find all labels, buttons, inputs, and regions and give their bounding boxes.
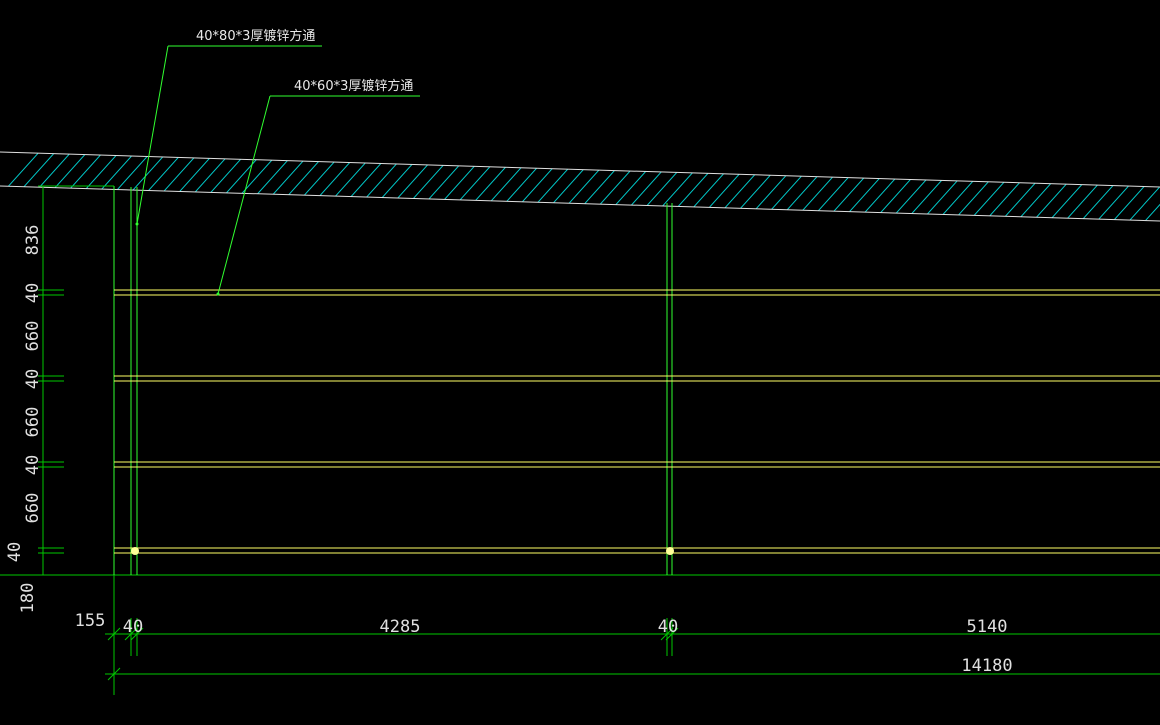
vdim-180: 180 — [18, 583, 38, 614]
cad-drawing-canvas[interactable]: 836 40 660 40 660 40 660 40 180 155 40 4… — [0, 0, 1160, 725]
hatch-line — [1095, 152, 1160, 221]
horizontal-dimension-texts: 155 40 4285 40 5140 14180 — [75, 611, 1013, 676]
sloped-slab — [0, 151, 1160, 222]
annotation-label-40x80: 40*80*3厚镀锌方通 — [196, 28, 315, 44]
vdim-40-b: 40 — [23, 369, 43, 389]
hdim-total: 14180 — [961, 656, 1012, 676]
vdim-40-d: 40 — [5, 542, 25, 562]
leader-line — [136, 45, 169, 225]
vdim-836: 836 — [23, 225, 43, 256]
vdim-660-a: 660 — [23, 321, 43, 352]
hdim-offset: 155 — [75, 611, 106, 631]
vdim-660-b: 660 — [23, 407, 43, 438]
hdim-40-left: 40 — [123, 617, 143, 637]
vdim-660-c: 660 — [23, 493, 43, 524]
leader-line — [217, 95, 271, 295]
slab-hatch — [0, 152, 1160, 221]
hatch-line — [1127, 152, 1160, 221]
vdim-40-a: 40 — [23, 283, 43, 303]
slab-top-edge — [0, 151, 1160, 188]
vertical-dimension-chain — [38, 185, 114, 576]
vdim-40-c: 40 — [23, 455, 43, 475]
node-left[interactable] — [131, 547, 139, 555]
annotation-40x60[interactable]: 40*60*3厚镀锌方通 — [216, 78, 421, 296]
horizontal-rails — [114, 289, 1160, 554]
hdim-40-middle: 40 — [658, 617, 678, 637]
annotation-40x80[interactable]: 40*80*3厚镀锌方通 — [135, 28, 323, 226]
hatch-line — [1111, 152, 1160, 221]
hdim-5140: 5140 — [967, 617, 1008, 637]
annotation-label-40x60: 40*60*3厚镀锌方通 — [294, 78, 413, 94]
vertical-dimension-texts: 836 40 660 40 660 40 660 40 180 — [5, 225, 43, 614]
hdim-4285: 4285 — [380, 617, 421, 637]
leader-tip — [216, 292, 220, 296]
leader-tip — [135, 222, 139, 226]
hatch-line — [1079, 152, 1160, 221]
middle-post — [666, 203, 673, 575]
elevation-drawing: 836 40 660 40 660 40 660 40 180 155 40 4… — [0, 28, 1160, 695]
node-middle[interactable] — [666, 547, 674, 555]
